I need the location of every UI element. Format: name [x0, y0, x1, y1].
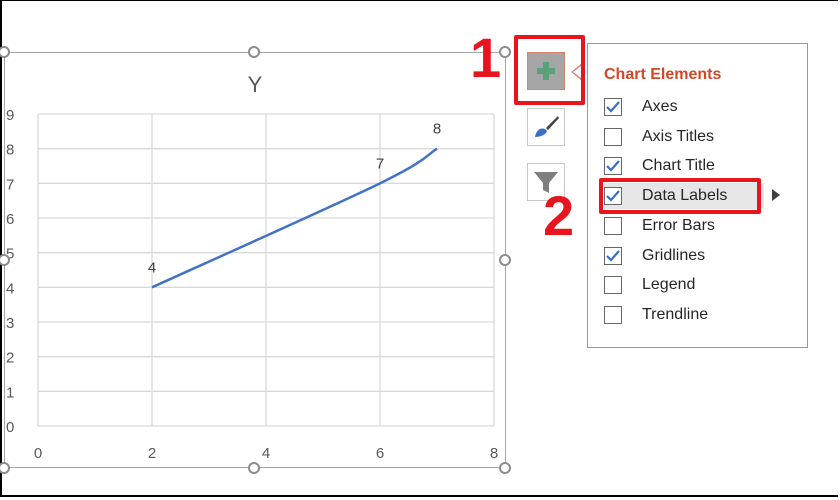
y-tick-label: 7 — [6, 176, 14, 193]
x-tick-label: 4 — [261, 445, 269, 462]
checkmark-icon — [606, 160, 620, 172]
chart-element-label: Trendline — [642, 305, 709, 323]
chart-styles-button[interactable] — [527, 108, 565, 146]
resize-handle-bottom-right[interactable] — [499, 462, 511, 474]
y-axis-ticks: 0123456789 — [6, 107, 14, 436]
checkbox[interactable] — [604, 157, 622, 176]
resize-handle-bottom-center[interactable] — [248, 462, 260, 474]
y-tick-label: 8 — [6, 141, 14, 158]
step-1-highlight — [514, 35, 585, 105]
y-tick-label: 3 — [6, 315, 14, 332]
paintbrush-icon — [535, 116, 559, 137]
chart-area[interactable]: Y 0123456789 02468 478 — [4, 52, 506, 468]
x-axis-ticks: 0 2 4 6 8 — [33, 445, 497, 462]
panel-title: Chart Elements — [604, 66, 722, 83]
data-label: 4 — [147, 259, 155, 276]
chart-element-label: Legend — [642, 276, 696, 294]
resize-handle-top-center[interactable] — [248, 46, 260, 58]
resize-handle-middle-right[interactable] — [499, 254, 511, 266]
y-tick-label: 4 — [6, 280, 14, 297]
chart-element-gridlines[interactable]: Gridlines — [604, 243, 764, 269]
chart-element-axes[interactable]: Axes — [604, 94, 764, 120]
chart-element-chart-title[interactable]: Chart Title — [604, 153, 764, 179]
chart-element-legend[interactable]: Legend — [604, 272, 764, 298]
y-tick-label: 0 — [6, 419, 14, 436]
checkmark-icon — [606, 101, 620, 113]
checkbox[interactable] — [604, 216, 622, 235]
chart-element-error-bars[interactable]: Error Bars — [604, 213, 764, 239]
y-tick-label: 6 — [6, 211, 14, 228]
checkbox[interactable] — [604, 305, 622, 324]
step-1-label: 1 — [470, 26, 502, 89]
x-tick-label: 8 — [489, 445, 497, 462]
x-tick-label: 6 — [375, 445, 383, 462]
chart-element-trendline[interactable]: Trendline — [604, 302, 764, 328]
chart-element-label: Axis Titles — [642, 127, 715, 145]
y-tick-label: 2 — [6, 349, 14, 366]
x-tick-label: 2 — [147, 445, 155, 462]
chart-element-label: Error Bars — [642, 216, 715, 234]
checkmark-icon — [606, 249, 620, 262]
step-2-label: 2 — [543, 184, 575, 247]
chart-element-label: Axes — [642, 98, 678, 115]
checkbox[interactable] — [604, 98, 622, 116]
y-tick-label: 9 — [6, 107, 14, 124]
checkbox[interactable] — [604, 246, 622, 265]
data-labels-submenu-arrow[interactable] — [772, 189, 780, 201]
checkbox[interactable] — [604, 276, 622, 295]
gridlines — [36, 112, 495, 427]
y-tick-label: 1 — [6, 384, 14, 401]
chart-element-label: Chart Title — [642, 157, 715, 175]
checkbox[interactable] — [604, 127, 622, 146]
data-label: 7 — [375, 155, 383, 172]
chart-element-axis-titles[interactable]: Axis Titles — [604, 124, 764, 150]
x-tick-label: 0 — [33, 445, 41, 462]
step-2-highlight — [599, 178, 761, 214]
chart-title[interactable]: Y — [247, 72, 262, 97]
data-label: 8 — [432, 120, 440, 137]
chart-svg: Y 0123456789 02468 478 — [6, 72, 498, 462]
chart-element-label: Gridlines — [642, 246, 706, 264]
